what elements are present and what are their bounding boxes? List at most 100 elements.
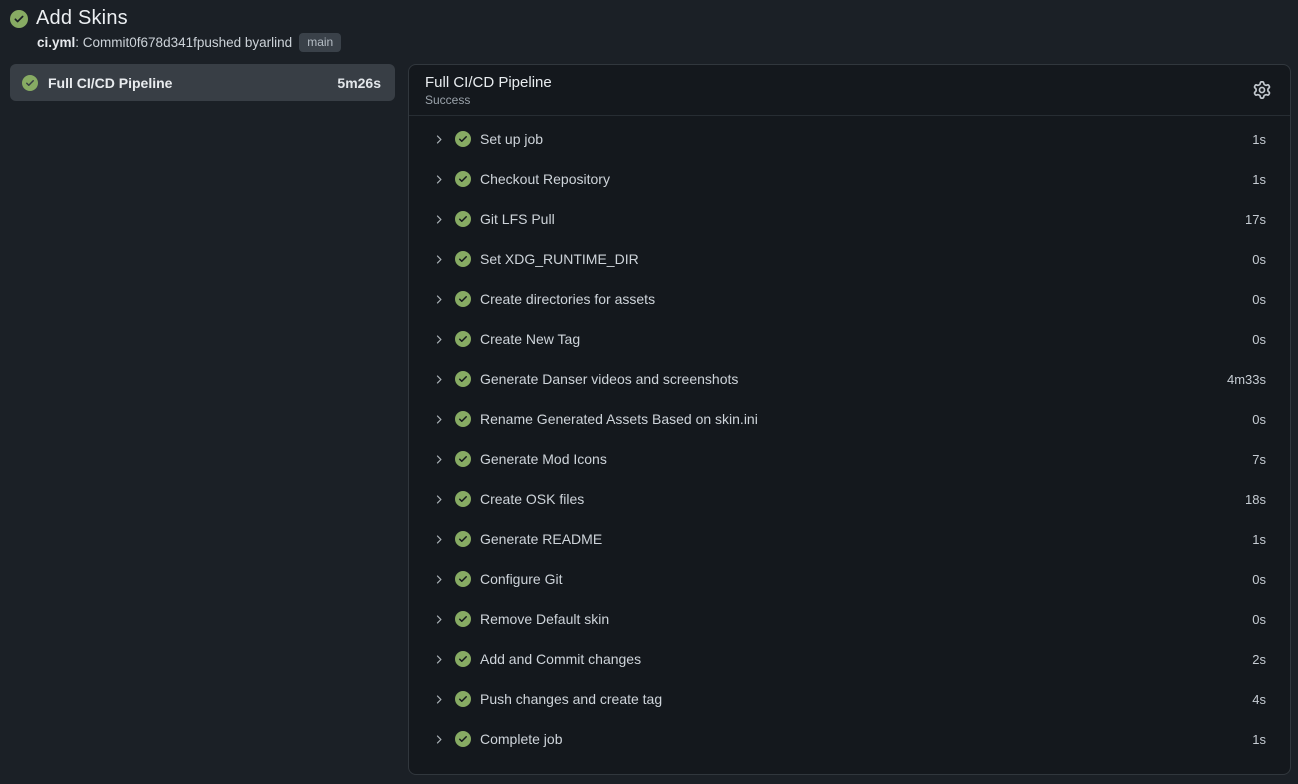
step-row[interactable]: Configure Git 0s [409, 559, 1290, 599]
step-duration: 2s [1252, 652, 1266, 667]
chevron-right-icon[interactable] [432, 653, 445, 666]
step-name: Create directories for assets [480, 291, 1252, 307]
pushed-by-text: pushed by [197, 35, 259, 50]
job-detail-panel: Full CI/CD Pipeline Success Set up job 1… [408, 64, 1291, 775]
job-duration: 5m26s [337, 75, 381, 91]
check-circle-icon [455, 171, 471, 187]
job-status-text: Success [425, 93, 1274, 107]
step-duration: 0s [1252, 612, 1266, 627]
check-circle-icon [455, 651, 471, 667]
step-name: Configure Git [480, 571, 1252, 587]
step-row[interactable]: Push changes and create tag 4s [409, 679, 1290, 719]
step-duration: 0s [1252, 252, 1266, 267]
job-panel-header: Full CI/CD Pipeline Success [409, 65, 1290, 116]
chevron-right-icon[interactable] [432, 613, 445, 626]
chevron-right-icon[interactable] [432, 573, 445, 586]
step-name: Git LFS Pull [480, 211, 1245, 227]
chevron-right-icon[interactable] [432, 173, 445, 186]
step-row[interactable]: Generate Danser videos and screenshots 4… [409, 359, 1290, 399]
step-duration: 1s [1252, 172, 1266, 187]
step-name: Create New Tag [480, 331, 1252, 347]
check-circle-icon [455, 131, 471, 147]
step-name: Generate Danser videos and screenshots [480, 371, 1227, 387]
step-row[interactable]: Generate README 1s [409, 519, 1290, 559]
commit-hash-link[interactable]: 0f678d341f [129, 35, 197, 50]
job-name: Full CI/CD Pipeline [48, 75, 327, 91]
step-duration: 1s [1252, 532, 1266, 547]
chevron-right-icon[interactable] [432, 733, 445, 746]
commit-author-link[interactable]: arlind [259, 35, 292, 50]
check-circle-icon [455, 331, 471, 347]
step-duration: 4m33s [1227, 372, 1266, 387]
chevron-right-icon[interactable] [432, 253, 445, 266]
step-row[interactable]: Rename Generated Assets Based on skin.in… [409, 399, 1290, 439]
step-row[interactable]: Generate Mod Icons 7s [409, 439, 1290, 479]
check-circle-icon [455, 291, 471, 307]
step-row[interactable]: Add and Commit changes 2s [409, 639, 1290, 679]
chevron-right-icon[interactable] [432, 133, 445, 146]
check-circle-icon [455, 211, 471, 227]
check-circle-icon [455, 531, 471, 547]
step-name: Create OSK files [480, 491, 1245, 507]
step-list: Set up job 1s Checkout Repository 1s Git… [409, 116, 1290, 774]
chevron-right-icon[interactable] [432, 333, 445, 346]
step-row[interactable]: Remove Default skin 0s [409, 599, 1290, 639]
step-name: Push changes and create tag [480, 691, 1252, 707]
check-circle-icon [22, 75, 38, 91]
step-name: Complete job [480, 731, 1252, 747]
step-duration: 18s [1245, 492, 1266, 507]
check-circle-icon [10, 10, 28, 28]
step-duration: 0s [1252, 292, 1266, 307]
job-sidebar: Full CI/CD Pipeline 5m26s [10, 64, 395, 101]
job-panel-title: Full CI/CD Pipeline [425, 74, 1274, 91]
step-duration: 7s [1252, 452, 1266, 467]
run-title: Add Skins [36, 7, 128, 30]
step-duration: 17s [1245, 212, 1266, 227]
branch-badge[interactable]: main [299, 33, 341, 52]
step-duration: 0s [1252, 572, 1266, 587]
step-row[interactable]: Checkout Repository 1s [409, 159, 1290, 199]
step-duration: 1s [1252, 732, 1266, 747]
check-circle-icon [455, 691, 471, 707]
step-name: Remove Default skin [480, 611, 1252, 627]
chevron-right-icon[interactable] [432, 413, 445, 426]
chevron-right-icon[interactable] [432, 293, 445, 306]
check-circle-icon [455, 451, 471, 467]
check-circle-icon [455, 611, 471, 627]
chevron-right-icon[interactable] [432, 373, 445, 386]
check-circle-icon [455, 731, 471, 747]
step-row[interactable]: Create New Tag 0s [409, 319, 1290, 359]
step-name: Set XDG_RUNTIME_DIR [480, 251, 1252, 267]
chevron-right-icon[interactable] [432, 453, 445, 466]
gear-icon[interactable] [1248, 76, 1276, 104]
chevron-right-icon[interactable] [432, 493, 445, 506]
step-row[interactable]: Set up job 1s [409, 119, 1290, 159]
step-name: Add and Commit changes [480, 651, 1252, 667]
check-circle-icon [455, 571, 471, 587]
step-duration: 0s [1252, 412, 1266, 427]
chevron-right-icon[interactable] [432, 533, 445, 546]
sidebar-job-full-cicd-pipeline[interactable]: Full CI/CD Pipeline 5m26s [10, 64, 395, 101]
chevron-right-icon[interactable] [432, 213, 445, 226]
check-circle-icon [455, 251, 471, 267]
step-duration: 4s [1252, 692, 1266, 707]
step-duration: 0s [1252, 332, 1266, 347]
run-main-area: Full CI/CD Pipeline 5m26s Full CI/CD Pip… [0, 64, 1298, 775]
commit-prefix-text: : Commit [75, 35, 129, 50]
step-row[interactable]: Git LFS Pull 17s [409, 199, 1290, 239]
step-name: Generate Mod Icons [480, 451, 1252, 467]
step-row[interactable]: Set XDG_RUNTIME_DIR 0s [409, 239, 1290, 279]
step-name: Checkout Repository [480, 171, 1252, 187]
check-circle-icon [455, 371, 471, 387]
workflow-file-name: ci.yml [37, 35, 75, 50]
step-row[interactable]: Create OSK files 18s [409, 479, 1290, 519]
step-row[interactable]: Create directories for assets 0s [409, 279, 1290, 319]
chevron-right-icon[interactable] [432, 693, 445, 706]
check-circle-icon [455, 411, 471, 427]
check-circle-icon [455, 491, 471, 507]
step-row[interactable]: Complete job 1s [409, 719, 1290, 759]
run-commit-summary: ci.yml: Commit 0f678d341f pushed by arli… [37, 33, 1282, 52]
step-name: Rename Generated Assets Based on skin.in… [480, 411, 1252, 427]
step-name: Set up job [480, 131, 1252, 147]
step-name: Generate README [480, 531, 1252, 547]
